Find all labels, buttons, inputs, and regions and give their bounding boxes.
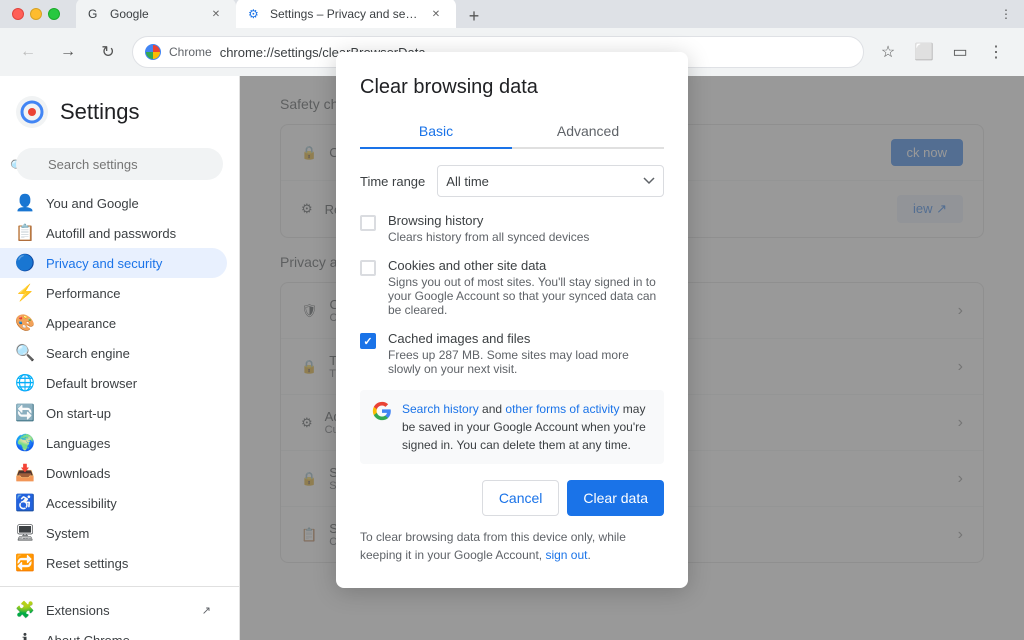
checkbox-cookies: Cookies and other site data Signs you ou… <box>360 258 664 317</box>
clear-data-button[interactable]: Clear data <box>567 480 664 516</box>
modal-tab-bar: Basic Advanced <box>360 115 664 149</box>
cookies-main: Cookies and other site data <box>388 258 664 273</box>
clear-browsing-data-modal: Clear browsing data Basic Advanced Time … <box>336 76 688 588</box>
browser-frame: G Google ✕ ⚙ Settings – Privacy and secu… <box>0 0 1024 640</box>
cookies-sub: Signs you out of most sites. You'll stay… <box>388 275 664 317</box>
modal-title: Clear browsing data <box>360 76 664 99</box>
main-content: Safety check 🔒 Chr ck now ⚙ Rev iew ↗ Pr… <box>240 76 1024 640</box>
browsing-history-main: Browsing history <box>388 213 589 228</box>
google-g-icon <box>372 401 392 421</box>
cached-main: Cached images and files <box>388 331 664 346</box>
time-range-row: Time range Last hour Last 24 hours Last … <box>360 165 664 197</box>
cached-sub: Frees up 287 MB. Some sites may load mor… <box>388 348 664 376</box>
browsing-history-checkbox[interactable] <box>360 215 376 231</box>
google-notice-and: and <box>482 402 505 416</box>
checkbox-browsing-history: Browsing history Clears history from all… <box>360 213 664 244</box>
cached-checkbox[interactable] <box>360 333 376 349</box>
cookies-checkbox[interactable] <box>360 260 376 276</box>
modal-backdrop: Clear browsing data Basic Advanced Time … <box>240 76 1024 640</box>
time-range-select[interactable]: Last hour Last 24 hours Last 7 days Last… <box>437 165 664 197</box>
settings-body: Settings 👤 You and Google 📋 Autofill and… <box>0 76 1024 640</box>
modal-actions: Cancel Clear data <box>360 480 664 516</box>
sign-out-link[interactable]: sign out <box>545 548 587 562</box>
footer-text-after: . <box>587 548 590 562</box>
cached-label: Cached images and files Frees up 287 MB.… <box>388 331 664 376</box>
cookies-label: Cookies and other site data Signs you ou… <box>388 258 664 317</box>
time-range-label: Time range <box>360 174 425 189</box>
other-activity-link[interactable]: other forms of activity <box>505 402 619 416</box>
cancel-button[interactable]: Cancel <box>482 480 560 516</box>
search-history-link[interactable]: Search history <box>402 402 479 416</box>
browsing-history-label: Browsing history Clears history from all… <box>388 213 589 244</box>
browsing-history-sub: Clears history from all synced devices <box>388 230 589 244</box>
modal-tab-advanced[interactable]: Advanced <box>512 115 664 147</box>
google-notice-text: Search history and other forms of activi… <box>402 400 652 454</box>
checkbox-cached: Cached images and files Frees up 287 MB.… <box>360 331 664 376</box>
modal-tab-basic[interactable]: Basic <box>360 115 512 147</box>
google-account-notice: Search history and other forms of activi… <box>360 390 664 464</box>
modal-footer: To clear browsing data from this device … <box>360 528 664 564</box>
